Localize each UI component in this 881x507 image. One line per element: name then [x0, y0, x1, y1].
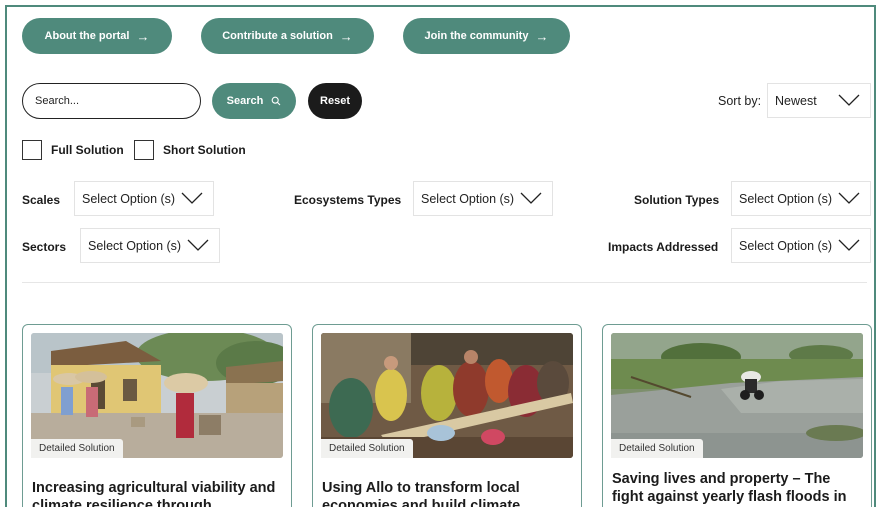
- scales-label: Scales: [22, 193, 61, 207]
- sectors-label: Sectors: [22, 240, 67, 254]
- about-portal-button[interactable]: About the portal →: [22, 18, 172, 54]
- chevron-down-icon: [187, 239, 209, 251]
- arrow-right-icon: →: [535, 28, 549, 44]
- card-badge: Detailed Solution: [321, 439, 413, 458]
- join-community-label: Join the community: [424, 30, 529, 42]
- impacts-select-value: Select Option (s): [739, 238, 833, 253]
- sort-select-value: Newest: [775, 93, 817, 108]
- section-divider: [22, 282, 867, 283]
- impacts-select[interactable]: Select Option (s): [731, 228, 871, 263]
- scales-select-value: Select Option (s): [82, 191, 176, 206]
- arrow-right-icon: →: [339, 28, 353, 44]
- chevron-down-icon: [520, 192, 542, 204]
- impacts-label: Impacts Addressed: [608, 240, 719, 254]
- sectors-select-value: Select Option (s): [88, 238, 182, 253]
- card-title[interactable]: Increasing agricultural viability and cl…: [32, 479, 284, 507]
- chevron-down-icon: [838, 239, 860, 251]
- search-input[interactable]: [22, 83, 201, 119]
- full-solution-label: Full Solution: [51, 143, 124, 157]
- contribute-solution-label: Contribute a solution: [222, 30, 333, 42]
- reset-button-label: Reset: [320, 95, 350, 107]
- chevron-down-icon: [838, 192, 860, 204]
- sort-by-label: Sort by:: [718, 94, 762, 108]
- card-badge: Detailed Solution: [611, 439, 703, 458]
- solution-card[interactable]: Detailed Solution Saving lives and prope…: [602, 324, 872, 507]
- checkbox-box[interactable]: [22, 140, 42, 160]
- magnifier-icon: [271, 96, 281, 106]
- ecosystems-select[interactable]: Select Option (s): [413, 181, 553, 216]
- join-community-button[interactable]: Join the community →: [403, 18, 570, 54]
- chevron-down-icon: [181, 192, 203, 204]
- card-title[interactable]: Using Allo to transform local economies …: [322, 479, 574, 507]
- card-badge: Detailed Solution: [31, 439, 123, 458]
- solution-types-label: Solution Types: [634, 193, 720, 207]
- short-solution-checkbox[interactable]: Short Solution: [134, 140, 246, 160]
- sectors-select[interactable]: Select Option (s): [80, 228, 220, 263]
- page-frame: About the portal → Contribute a solution…: [5, 5, 876, 507]
- short-solution-label: Short Solution: [163, 143, 246, 157]
- reset-button[interactable]: Reset: [308, 83, 362, 119]
- arrow-right-icon: →: [136, 28, 150, 44]
- solution-types-select[interactable]: Select Option (s): [731, 181, 871, 216]
- about-portal-label: About the portal: [44, 30, 130, 42]
- full-solution-checkbox[interactable]: Full Solution: [22, 140, 124, 160]
- chevron-down-icon: [838, 94, 860, 106]
- contribute-solution-button[interactable]: Contribute a solution →: [201, 18, 374, 54]
- scales-select[interactable]: Select Option (s): [74, 181, 214, 216]
- search-button-label: Search: [226, 95, 264, 107]
- search-button[interactable]: Search: [212, 83, 296, 119]
- solution-card[interactable]: Detailed Solution Using Allo to transfor…: [312, 324, 582, 507]
- ecosystems-select-value: Select Option (s): [421, 191, 515, 206]
- checkbox-box[interactable]: [134, 140, 154, 160]
- card-title[interactable]: Saving lives and property – The fight ag…: [612, 470, 864, 506]
- solution-types-select-value: Select Option (s): [739, 191, 833, 206]
- ecosystems-label: Ecosystems Types: [294, 193, 402, 207]
- sort-select[interactable]: Newest: [767, 83, 871, 118]
- solution-card[interactable]: Detailed Solution Increasing agricultura…: [22, 324, 292, 507]
